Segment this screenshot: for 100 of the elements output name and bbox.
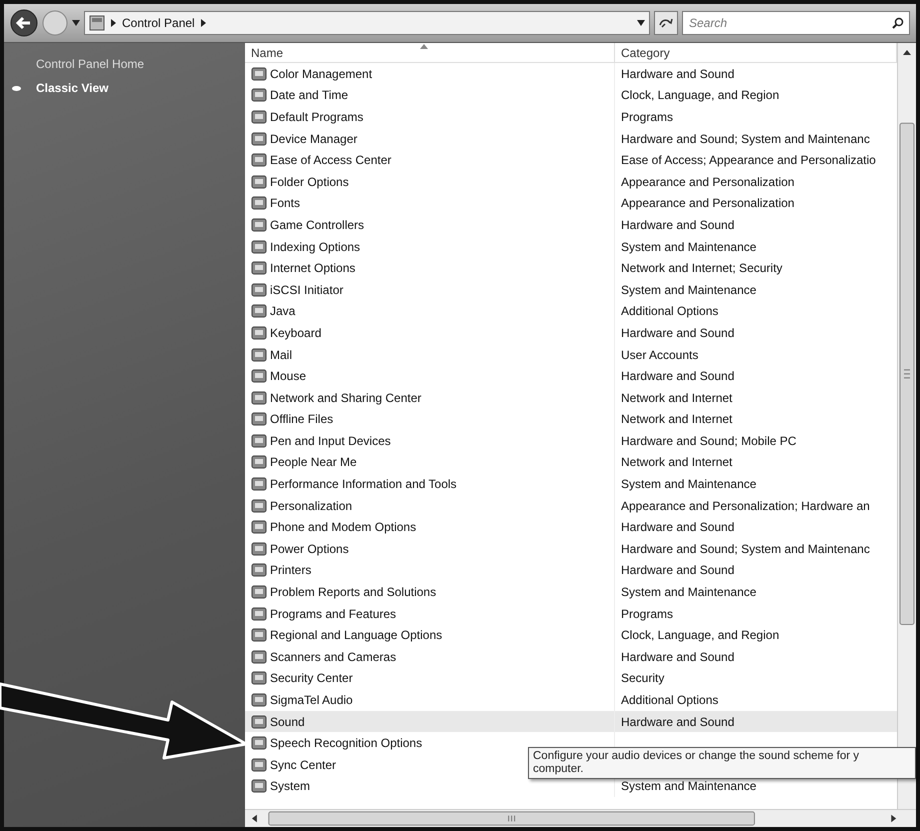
list-row[interactable]: Pen and Input Devices Hardware and Sound; Mobile PC [245,430,897,452]
list-row[interactable]: Security Center Security [245,668,897,690]
list-row[interactable]: Game Controllers Hardware and Sound [245,214,897,236]
item-name: Security Center [270,671,353,686]
applet-icon [251,303,267,320]
applet-icon [251,238,267,255]
item-category: Appearance and Personalization; Hardware an [621,498,870,513]
item-name: Default Programs [270,110,364,124]
item-category: Hardware and Sound [621,714,734,729]
list-row[interactable]: Performance Information and Tools System and Maintenance [245,473,897,495]
item-name: Sound [270,714,305,729]
applet-icon [251,498,267,514]
item-category: System and Maintenance [621,585,756,600]
applet-icon [251,584,267,600]
applet-icon [251,735,267,752]
applet-icon [251,260,267,276]
list-row[interactable]: iSCSI Initiator System and Maintenance [245,278,897,301]
applet-icon [251,476,267,492]
item-name: Internet Options [270,261,356,276]
item-category: Hardware and Sound [621,218,734,232]
item-category: Programs [621,110,674,124]
list-row[interactable]: Device Manager Hardware and Sound; System and Maintenanc [245,128,897,150]
item-name: Offline Files [270,412,334,426]
applet-icon [251,390,267,406]
list-row[interactable]: Network and Sharing Center Network and Internet [245,386,897,408]
item-name: Folder Options [270,174,349,189]
applet-icon [251,346,267,363]
item-category: Network and Internet [621,455,732,470]
list-row[interactable]: Color Management Hardware and Sound [245,63,897,85]
item-name: Mail [270,348,292,362]
list-row[interactable]: Keyboard Hardware and Sound [245,322,897,344]
item-category: Clock, Language, and Region [621,628,780,642]
list-row[interactable]: Date and Time Clock, Language, and Region [245,84,897,106]
list-row[interactable]: Programs and Features Programs [245,602,897,624]
item-name: Date and Time [270,88,348,102]
list-row[interactable]: Problem Reports and Solutions System and Maintenance [245,581,897,603]
item-category: Programs [621,606,674,621]
sidebar-link[interactable]: Classic View [32,81,108,95]
history-caret-icon[interactable] [72,20,80,26]
applet-icon [251,714,267,730]
item-name: Device Manager [270,132,358,146]
list-row[interactable]: Ease of Access Center Ease of Access; Appearance and Personalizatio [245,149,897,171]
selected-row[interactable]: Sound Hardware and Sound [245,710,897,732]
list-row[interactable]: Phone and Modem Options Hardware and Sound [245,516,897,538]
item-category: Hardware and Sound; Mobile PC [621,434,796,448]
item-category: Network and Internet [621,412,732,426]
list-row[interactable]: Printers Hardware and Sound [245,560,897,582]
item-name: Programs and Features [270,606,396,621]
sidebar-link[interactable]: Control Panel Home [32,57,144,71]
item-name: System [270,779,310,794]
list-row[interactable]: Default Programs Programs [245,106,897,128]
dropdown-caret-icon[interactable] [637,20,645,26]
item-name: Mouse [270,369,306,384]
list-row[interactable]: Mouse Hardware and Sound [245,365,897,387]
item-name: Java [270,304,296,318]
list-row[interactable]: Indexing Options System and Maintenance [245,236,897,258]
back-button[interactable] [10,9,38,37]
search-field[interactable]: Search [682,11,910,35]
item-name: Color Management [270,66,372,81]
applet-icon [251,130,267,147]
applet-icon [251,368,267,384]
applet-icon [251,174,267,190]
vertical-scrollbar[interactable] [897,43,916,809]
item-name: iSCSI Initiator [270,282,344,297]
chevron-icon [200,19,206,27]
column-header-label: Category [621,46,670,60]
list-row[interactable]: Scanners and Cameras Hardware and Sound [245,646,897,668]
list-row[interactable]: People Near Me Network and Internet [245,452,897,474]
applet-icon [251,756,267,773]
chevron-icon [111,19,116,27]
applet-icon [251,692,267,708]
item-name: Fonts [270,196,300,210]
item-category: Appearance and Personalization [621,174,794,189]
item-name: Phone and Modem Options [270,520,416,534]
applet-icon [251,670,267,686]
item-category: Hardware and Sound; System and Maintenanc [621,542,870,556]
list-row[interactable]: Fonts Appearance and Personalization [245,192,897,214]
list-row[interactable]: Mail User Accounts [245,344,897,366]
applet-icon [251,411,267,428]
sort-arrow-icon [420,44,428,49]
item-name: Keyboard [270,326,322,340]
applet-icon [251,324,267,341]
address-bar[interactable]: Control Panel [84,11,650,35]
item-category: Hardware and Sound [621,369,734,384]
refresh-button[interactable] [654,11,678,35]
list-row[interactable]: Folder Options Appearance and Personalization [245,170,897,193]
list-row[interactable]: Offline Files Network and Internet [245,408,897,430]
list-row[interactable]: Internet Options Network and Internet; Security [245,257,897,279]
list-row[interactable]: Power Options Hardware and Sound; System and Maintenanc [245,538,897,560]
breadcrumb-link[interactable]: Control Panel [122,16,195,30]
horizontal-scrollbar[interactable] [245,809,916,827]
applet-icon [251,282,267,298]
item-name: Power Options [270,542,349,556]
bullet-icon [12,86,21,91]
column-header[interactable]: Name [245,43,615,62]
item-name: Printers [270,563,312,578]
list-row[interactable]: Regional and Language Options Clock, Language, and Region [245,624,897,646]
item-category: Network and Internet; Security [621,261,782,276]
list-row[interactable]: Java Additional Options [245,300,897,322]
list-row[interactable]: Personalization Appearance and Personalization; Hardware an [245,494,897,516]
